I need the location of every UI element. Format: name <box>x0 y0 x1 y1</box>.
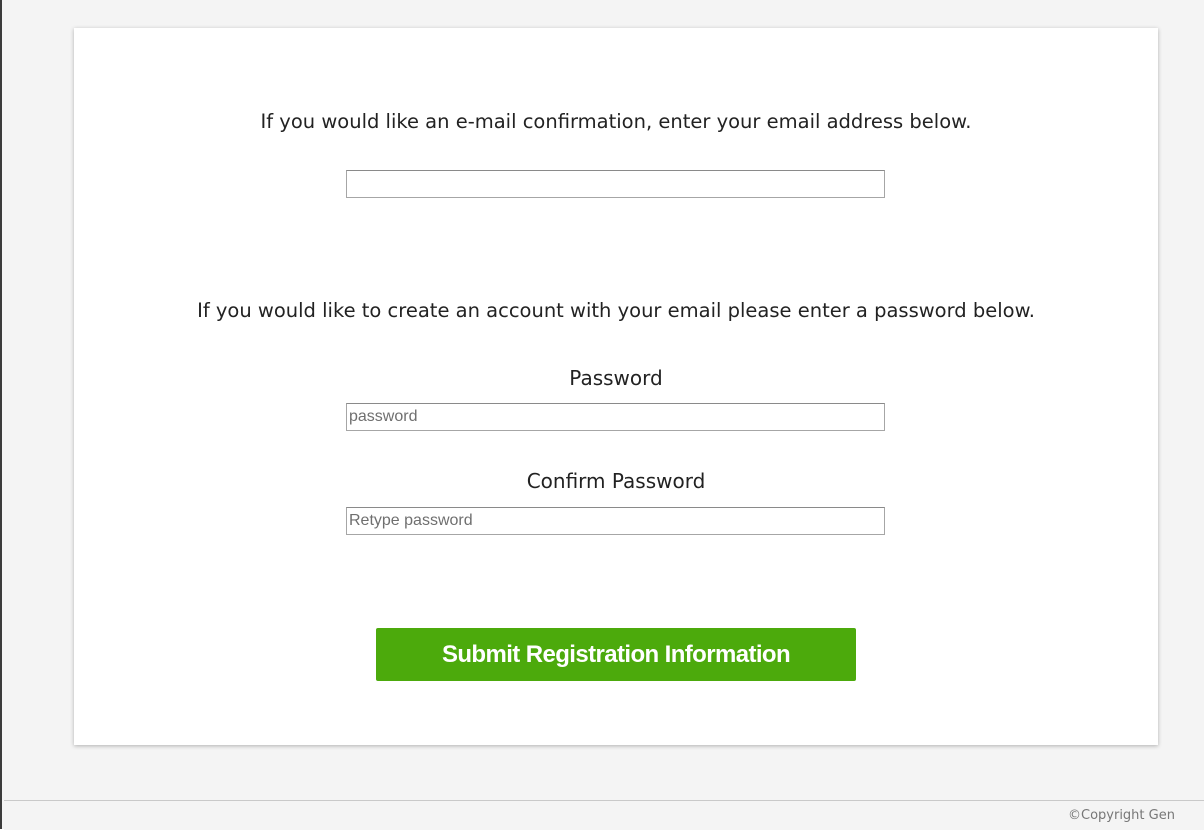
footer-bar: ©Copyright Gen <box>4 800 1204 830</box>
copyright-text: ©Copyright Gen <box>1068 808 1175 823</box>
submit-registration-button[interactable]: Submit Registration Information <box>376 628 856 681</box>
password-label: Password <box>569 366 663 390</box>
registration-card: If you would like an e-mail confirmation… <box>74 28 1158 745</box>
confirm-password-input[interactable] <box>346 507 885 535</box>
confirm-password-label: Confirm Password <box>526 469 706 493</box>
password-input[interactable] <box>346 403 885 431</box>
account-creation-prompt: If you would like to create an account w… <box>197 299 1035 322</box>
email-input[interactable] <box>346 170 885 198</box>
page-frame: If you would like an e-mail confirmation… <box>0 0 1204 830</box>
email-confirmation-prompt: If you would like an e-mail confirmation… <box>260 110 972 133</box>
